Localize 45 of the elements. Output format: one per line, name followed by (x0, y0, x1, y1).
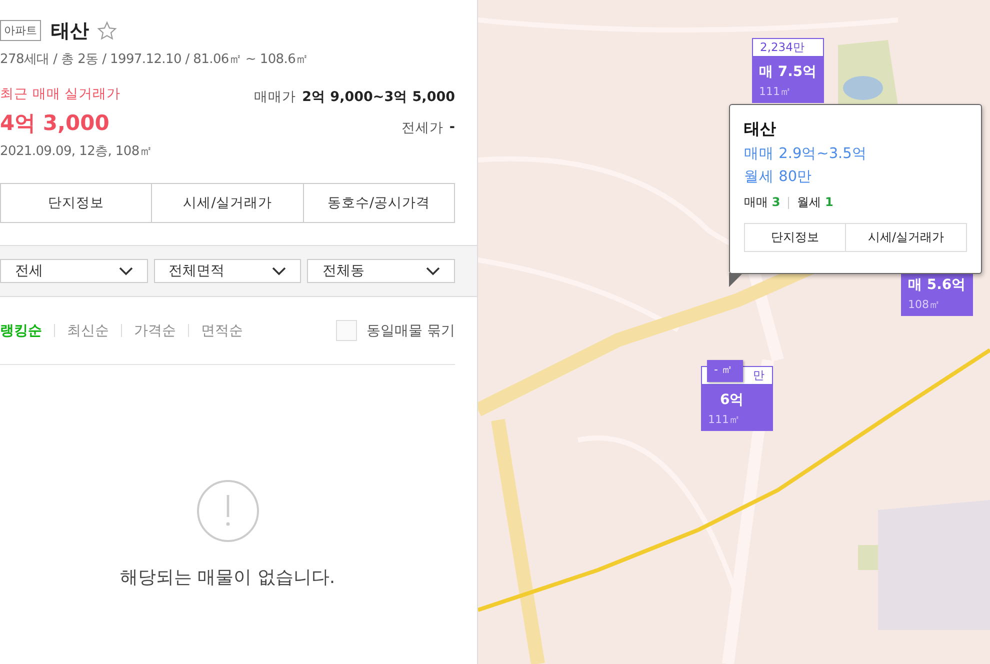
empty-message: 해당되는 매물이 없습니다. (120, 566, 336, 589)
info-button[interactable]: 단지정보 (0, 183, 152, 223)
area-marker[interactable]: - ㎡ (707, 360, 743, 382)
marker-price: 6억 (719, 391, 745, 409)
checkbox[interactable] (336, 320, 357, 341)
chevron-down-icon (272, 266, 286, 276)
recent-trade-detail: 2021.09.09, 12층, 108㎡ (0, 143, 152, 160)
popup-button[interactable]: 시세/실거래가 (845, 223, 967, 252)
filter-value: 전체면적 (168, 262, 225, 280)
recent-trade-label: 최근 매매 실거래가 (0, 85, 122, 103)
info-button[interactable]: 시세/실거래가 (151, 183, 304, 223)
marker-area: 111㎡ (708, 412, 766, 427)
filter-dropdown[interactable]: 전체면적 (154, 259, 302, 283)
price-range-value: 2억 9,000~3억 5,000 (302, 88, 455, 106)
listing-count: 월세 1 (797, 194, 834, 211)
filter-dropdown[interactable]: 전체동 (307, 259, 456, 283)
price-range-value: - (449, 119, 455, 137)
popup-button[interactable]: 단지정보 (744, 223, 846, 252)
checkbox-label: 동일매물 묶기 (366, 322, 455, 340)
filter-value: 전체동 (322, 262, 364, 280)
price-range-label: 전세가 (401, 119, 444, 137)
info-button[interactable]: 동호수/공시가격 (302, 183, 455, 223)
chevron-down-icon (118, 266, 133, 276)
chevron-down-icon (426, 266, 440, 276)
marker-price: 매 7.5억 (759, 63, 817, 81)
star-icon[interactable] (97, 20, 117, 40)
marker-area: 108㎡ (908, 297, 966, 312)
filter-value: 전세 (15, 262, 43, 280)
marker-area: 111㎡ (759, 84, 817, 99)
popup-price: 매매 2.9억~3.5억 (744, 145, 868, 163)
recent-trade-price: 4억 3,000 (0, 110, 110, 137)
type-badge: 아파트 (0, 20, 41, 41)
popup-title: 태산 (744, 119, 777, 140)
complex-summary: 278세대 / 총 2동 / 1997.12.10 / 81.06㎡ ~ 108.6㎡ (0, 51, 310, 68)
listing-count: 매매 3 (744, 194, 780, 211)
sort-option[interactable]: 면적순 (201, 322, 243, 340)
exclamation-circle-icon (196, 479, 260, 543)
filter-dropdown[interactable]: 전세 (0, 259, 148, 283)
sort-option[interactable]: 가격순 (134, 322, 176, 340)
marker-price: 매 5.6억 (908, 276, 966, 294)
sort-option[interactable]: 최신순 (67, 322, 109, 340)
price-range-label: 매매가 (254, 88, 296, 106)
complex-name: 태산 (51, 18, 89, 44)
marker-count: 2,234만 (752, 38, 824, 57)
popup-price: 월세 80만 (744, 168, 814, 186)
